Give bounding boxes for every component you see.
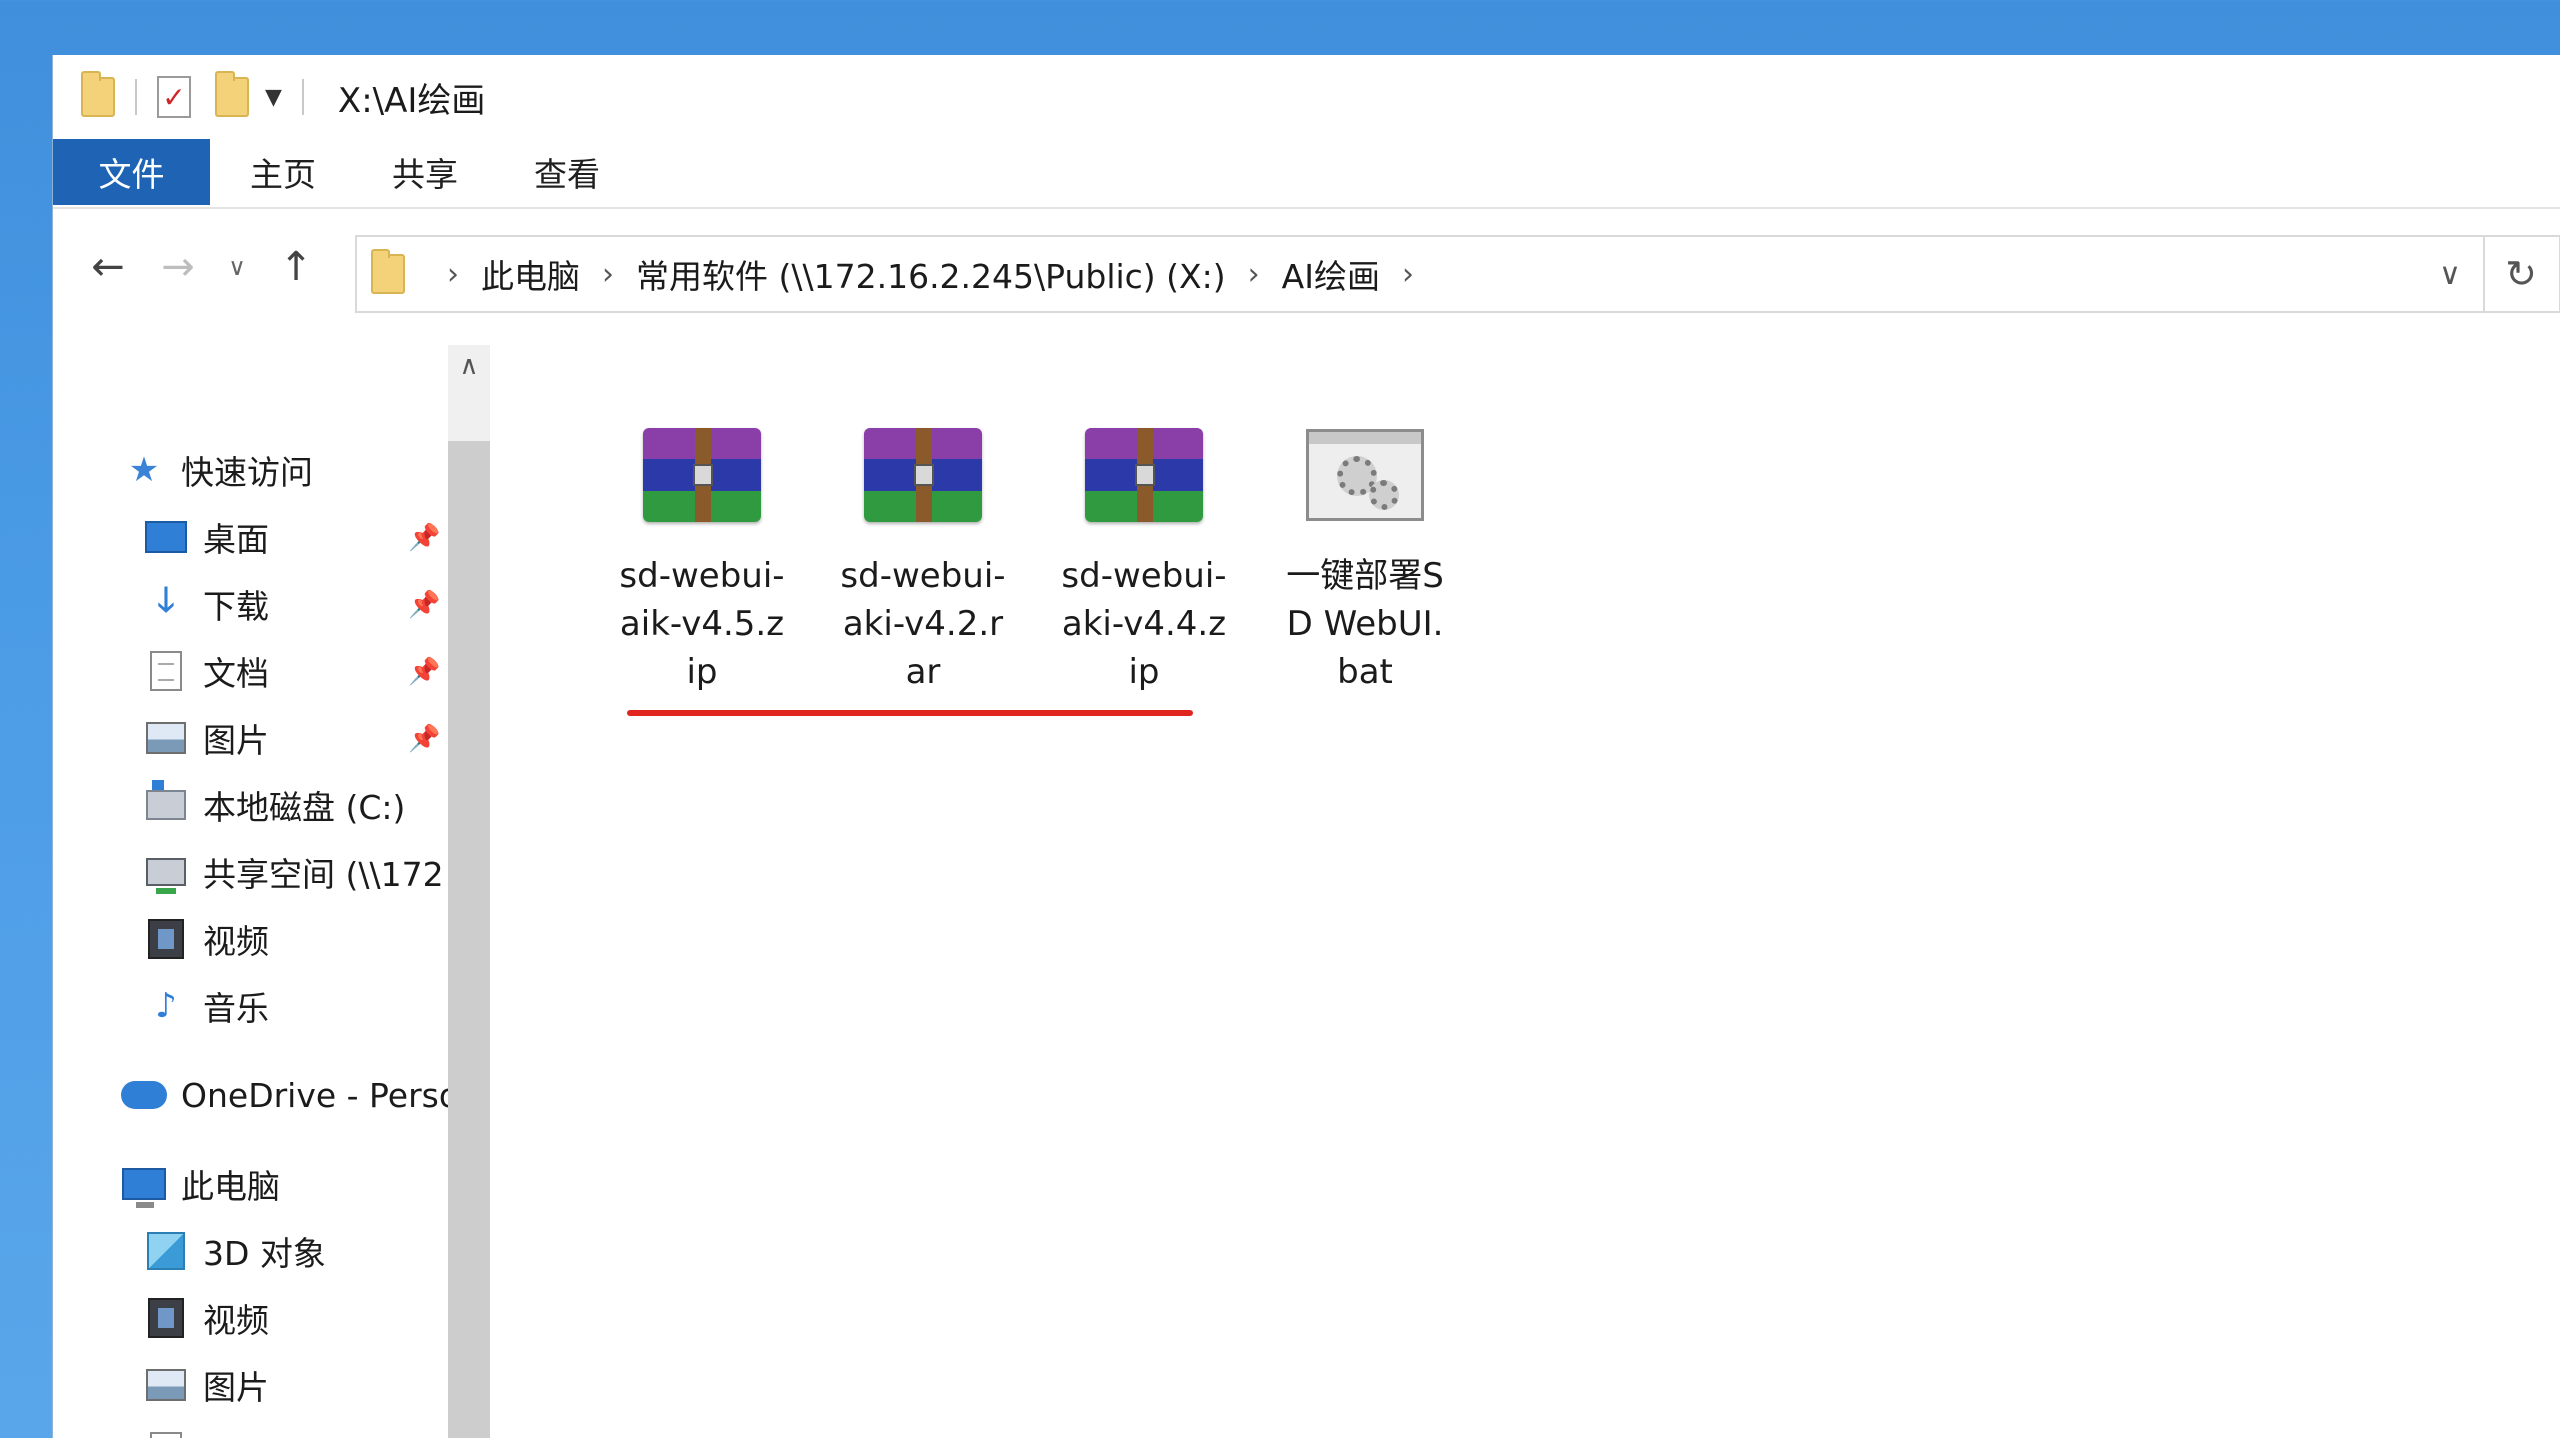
breadcrumb-chevron-icon[interactable]: ›: [1402, 257, 1414, 292]
sidebar-item-label: 快速访问: [181, 453, 313, 492]
scrollbar-thumb[interactable]: [448, 441, 490, 1438]
music-icon: ♪: [155, 986, 177, 1026]
address-bar[interactable]: › 此电脑 › 常用软件 (\\172.16.2.245\Public) (X:…: [355, 235, 2485, 313]
sidebar-item-label: 音乐: [203, 989, 269, 1028]
sidebar-item-label: 桌面: [203, 520, 269, 559]
sidebar-item-pc-pictures[interactable]: 图片: [143, 1355, 269, 1415]
back-arrow-icon[interactable]: ←: [73, 244, 143, 290]
sidebar-item-quick-access[interactable]: ★ 快速访问: [121, 440, 313, 500]
sidebar-item-label: 文档: [203, 654, 269, 693]
tab-view[interactable]: 查看: [496, 139, 638, 205]
file-item[interactable]: sd-webui-aik-v4.5.zip: [607, 420, 797, 696]
winrar-archive-icon: [637, 420, 767, 530]
star-icon: ★: [128, 450, 160, 490]
computer-icon: [121, 1161, 167, 1208]
divider: [135, 79, 137, 115]
document-icon: [143, 648, 189, 694]
sidebar-item-pc-documents[interactable]: 文档: [143, 1422, 269, 1438]
network-drive-icon: [143, 849, 189, 895]
sidebar-item-label: 下载: [203, 587, 269, 626]
sidebar-item-local-disk[interactable]: 本地磁盘 (C:): [143, 775, 405, 835]
sidebar-item-this-pc[interactable]: 此电脑: [121, 1154, 280, 1214]
title-bar: ✓ ▼ X:\AI绘画: [53, 55, 2560, 139]
file-item[interactable]: 一键部署SD WebUI.bat: [1270, 420, 1460, 696]
file-item[interactable]: sd-webui-aki-v4.4.zip: [1049, 420, 1239, 696]
new-folder-icon[interactable]: [215, 67, 249, 127]
sidebar-item-desktop[interactable]: 桌面: [143, 507, 269, 567]
winrar-archive-icon: [1079, 420, 1209, 530]
up-arrow-icon[interactable]: ↑: [261, 244, 331, 290]
divider: [301, 79, 304, 115]
batch-file-gear-icon: [1300, 420, 1430, 530]
sidebar-item-label: 3D 对象: [203, 1234, 326, 1273]
explorer-window: ✓ ▼ X:\AI绘画 文件 主页 共享 查看 ← → ∨ ↑ › 此电脑 › …: [52, 55, 2560, 1438]
sidebar-scrollbar[interactable]: ∧: [448, 345, 490, 1438]
sidebar-item-shared-space[interactable]: 共享空间 (\\172: [143, 842, 444, 902]
sidebar-item-downloads[interactable]: 🡓 下载: [143, 574, 269, 634]
sidebar-item-label: 视频: [203, 1301, 269, 1340]
pin-icon[interactable]: 📌: [408, 590, 440, 620]
tab-share[interactable]: 共享: [354, 139, 496, 205]
customize-toolbar-chevron-icon[interactable]: ▼: [265, 85, 282, 110]
sidebar-item-label: 视频: [203, 922, 269, 961]
sidebar-item-label: 共享空间 (\\172: [203, 855, 444, 894]
desktop-icon: [143, 514, 189, 560]
pictures-icon: [143, 1362, 189, 1408]
video-icon: [143, 916, 189, 962]
breadcrumb-chevron-icon[interactable]: ›: [1248, 257, 1260, 292]
recent-locations-chevron-icon[interactable]: ∨: [213, 253, 261, 281]
breadcrumb-chevron-icon[interactable]: ›: [602, 257, 614, 292]
sidebar-item-videos[interactable]: 视频: [143, 909, 269, 969]
forward-arrow-icon[interactable]: →: [143, 244, 213, 290]
drive-icon: [143, 780, 189, 828]
breadcrumb-ai-folder[interactable]: AI绘画: [1282, 250, 1380, 298]
tab-home[interactable]: 主页: [210, 139, 354, 205]
sidebar-item-label: 图片: [203, 1368, 269, 1407]
sidebar-item-onedrive[interactable]: OneDrive - Perso: [121, 1065, 448, 1125]
sidebar-item-documents[interactable]: 文档: [143, 641, 269, 701]
document-icon: [143, 1429, 189, 1438]
file-name: sd-webui-aik-v4.5.zip: [619, 556, 785, 692]
folder-icon: [371, 249, 405, 294]
file-name: sd-webui-aki-v4.2.rar: [840, 556, 1006, 692]
cloud-icon: [121, 1072, 167, 1118]
sidebar-item-music[interactable]: ♪ 音乐: [143, 976, 269, 1036]
file-name: sd-webui-aki-v4.4.zip: [1061, 556, 1227, 692]
navigation-pane: ★ 快速访问 桌面 📌 🡓 下载 📌 文档 📌 图片 📌 本地磁盘 (C:) 共…: [53, 345, 448, 1438]
quick-access-folder-icon[interactable]: [81, 67, 115, 127]
file-list: sd-webui-aik-v4.5.zip sd-webui-aki-v4.2.…: [490, 345, 2560, 1438]
annotation-underline: [627, 710, 1193, 716]
breadcrumb-chevron-icon[interactable]: ›: [447, 257, 459, 292]
sidebar-item-label: OneDrive - Perso: [181, 1075, 448, 1115]
download-icon: 🡓: [157, 579, 175, 620]
breadcrumb-this-pc[interactable]: 此电脑: [481, 250, 580, 298]
tab-file[interactable]: 文件: [53, 139, 210, 205]
pictures-icon: [143, 715, 189, 761]
sidebar-item-3d-objects[interactable]: 3D 对象: [143, 1221, 326, 1281]
winrar-archive-icon: [858, 420, 988, 530]
sidebar-item-pictures[interactable]: 图片: [143, 708, 269, 768]
file-name: 一键部署SD WebUI.bat: [1286, 556, 1444, 692]
address-dropdown-chevron-icon[interactable]: ∨: [2439, 257, 2461, 292]
pin-icon[interactable]: 📌: [408, 523, 440, 553]
window-title: X:\AI绘画: [337, 80, 486, 121]
breadcrumb-shared-drive[interactable]: 常用软件 (\\172.16.2.245\Public) (X:): [636, 250, 1226, 298]
refresh-icon[interactable]: ↻: [2483, 235, 2560, 313]
pin-icon[interactable]: 📌: [408, 724, 440, 754]
ribbon-tabs: 文件 主页 共享 查看: [53, 139, 2560, 209]
sidebar-item-label: 图片: [203, 721, 269, 760]
properties-icon[interactable]: ✓: [157, 67, 191, 127]
file-item[interactable]: sd-webui-aki-v4.2.rar: [828, 420, 1018, 696]
scroll-up-chevron-icon[interactable]: ∧: [448, 345, 490, 387]
video-icon: [143, 1295, 189, 1341]
3d-objects-icon: [143, 1228, 189, 1274]
sidebar-item-pc-videos[interactable]: 视频: [143, 1288, 269, 1348]
navigation-bar: ← → ∨ ↑ › 此电脑 › 常用软件 (\\172.16.2.245\Pub…: [53, 211, 2560, 323]
sidebar-item-label: 本地磁盘 (C:): [203, 788, 406, 827]
pin-icon[interactable]: 📌: [408, 657, 440, 687]
sidebar-item-label: 文档: [203, 1428, 269, 1438]
sidebar-item-label: 此电脑: [181, 1167, 280, 1206]
